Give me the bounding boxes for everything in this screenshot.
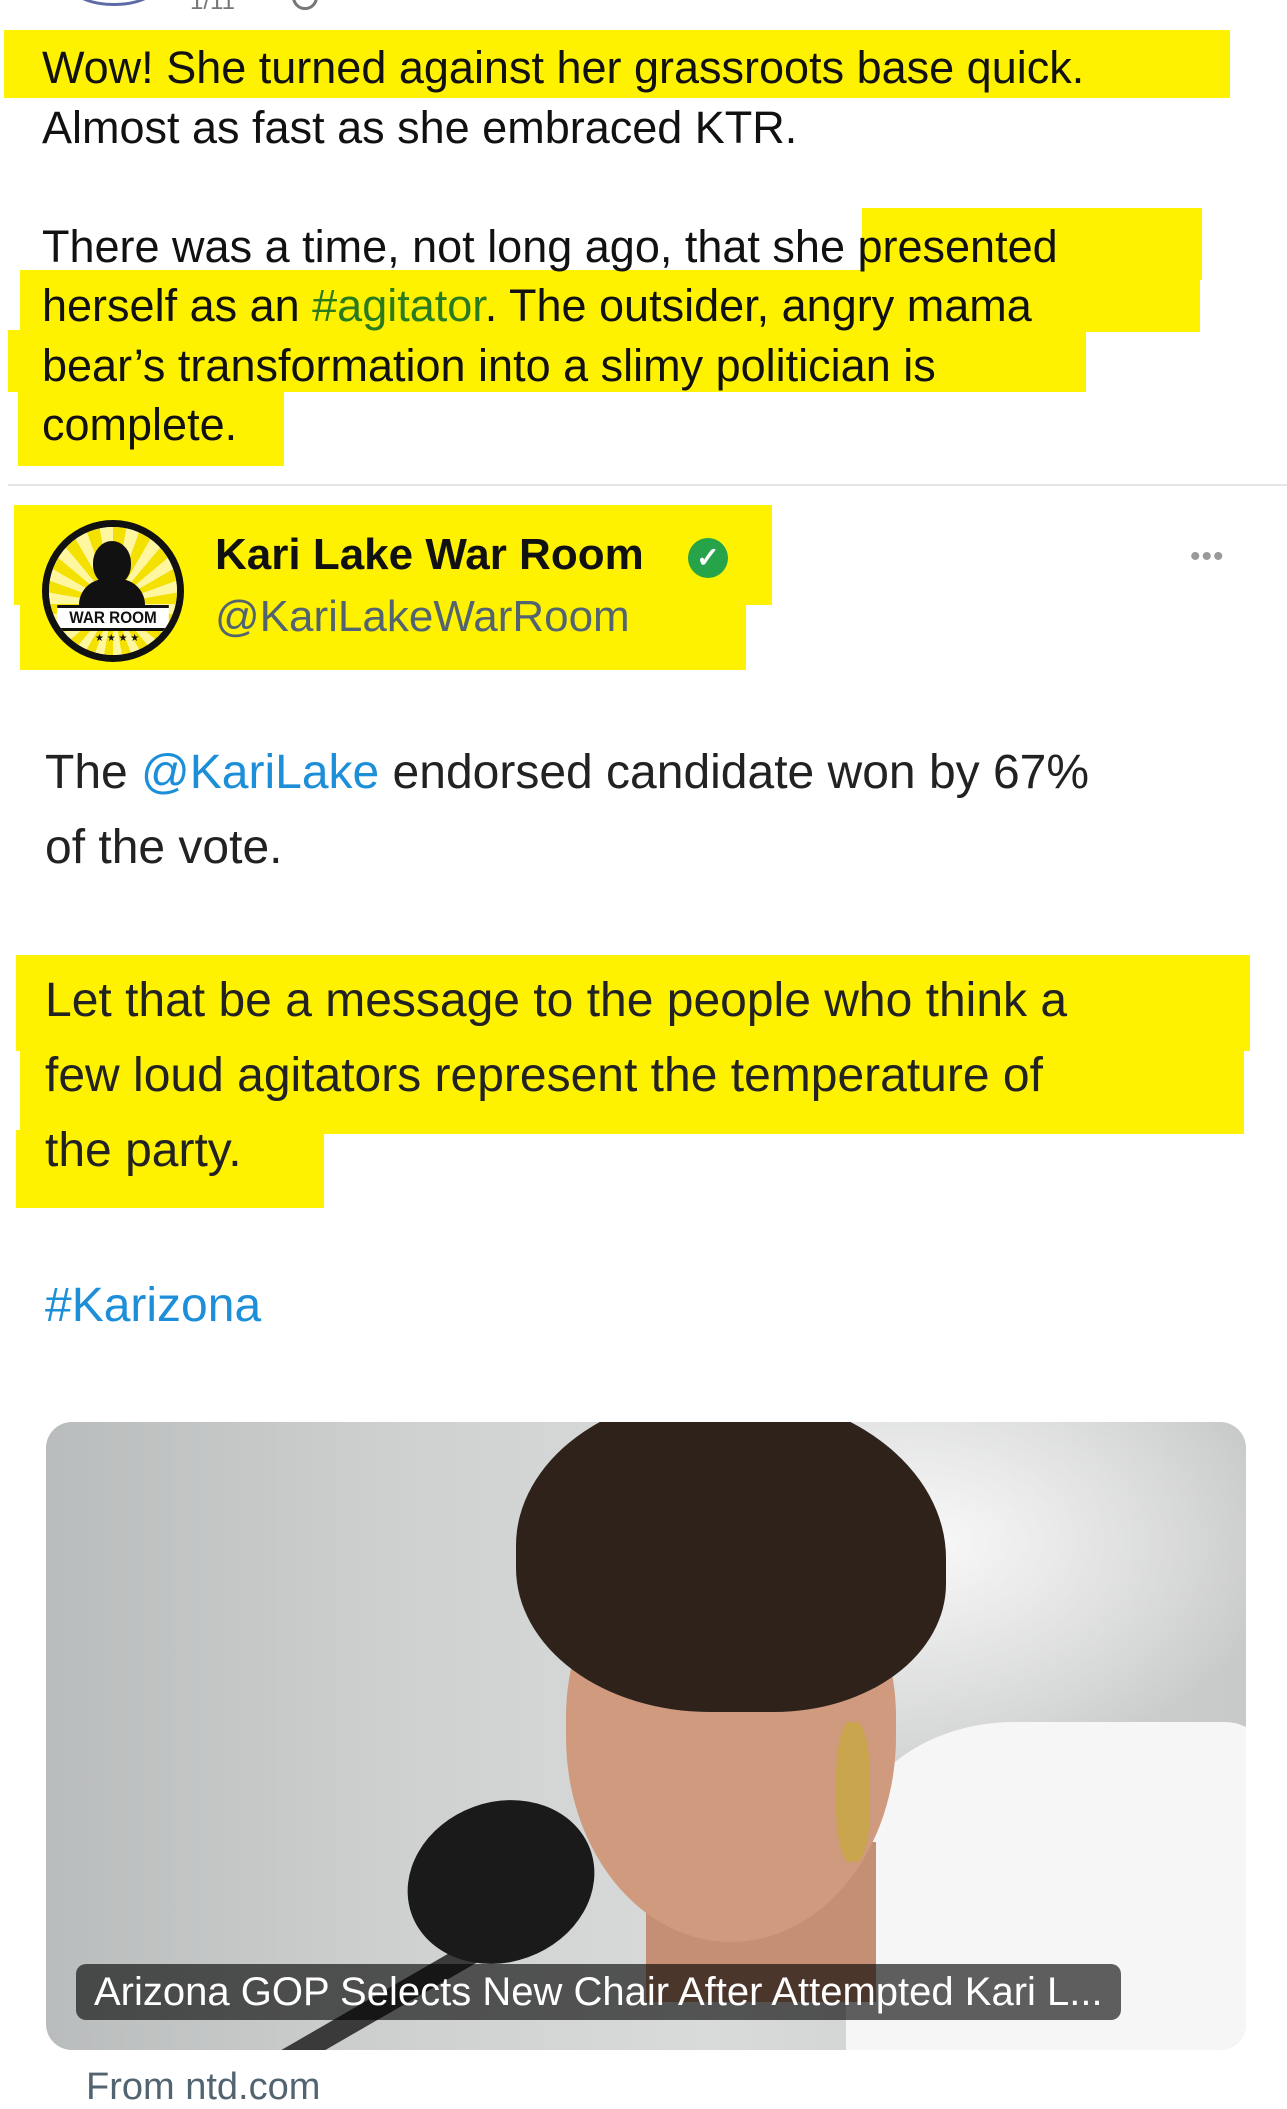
post-line: Almost as fast as she embraced KTR.	[42, 101, 798, 153]
post-text: Wow! She turned against her grassroots b…	[42, 38, 1242, 455]
post-line: There was a time, not long ago, that she…	[42, 220, 1058, 272]
link-source[interactable]: From ntd.com	[86, 2066, 320, 2109]
post-text-segment: . The outsider, angry mama	[484, 280, 1032, 331]
tweet-line: of the vote.	[45, 821, 283, 874]
tweet-line: The @KariLake endorsed candidate won by …	[45, 735, 1245, 810]
hashtag-link[interactable]: #agitator	[312, 280, 485, 331]
post-line: Wow! She turned against her grassroots b…	[42, 42, 1085, 93]
author-avatar[interactable]	[70, 0, 158, 6]
mention-link[interactable]: @KariLake	[141, 746, 379, 799]
link-preview-image[interactable]: Arizona GOP Selects New Chair After Atte…	[46, 1422, 1246, 2050]
tweet-paragraph: The @KariLake endorsed candidate won by …	[45, 735, 1245, 885]
tweet-line: few loud agitators represent the tempera…	[45, 1049, 1043, 1102]
verified-check-icon: ✓	[688, 538, 728, 578]
hashtag-link[interactable]: #Karizona	[45, 1279, 261, 1332]
logo-banner: WAR ROOM	[57, 605, 169, 631]
globe-icon	[292, 0, 318, 10]
tweet-author-handle[interactable]: @KariLakeWarRoom	[215, 592, 630, 642]
tweet-paragraph: Let that be a message to the people who …	[45, 963, 1245, 1188]
post-line: bear’s transformation into a slimy polit…	[42, 339, 936, 391]
post-text-segment: herself as an	[42, 280, 313, 331]
divider	[8, 484, 1287, 486]
tweet-paragraph: #Karizona	[45, 1268, 1245, 1343]
more-options-icon[interactable]: •••	[1190, 540, 1225, 574]
post-date: 1/11	[190, 0, 235, 15]
tweet-author-name[interactable]: Kari Lake War Room	[215, 530, 644, 580]
photo-hair	[516, 1422, 946, 1712]
link-preview-caption[interactable]: Arizona GOP Selects New Chair After Atte…	[76, 1964, 1121, 2020]
tweet-text-segment: The	[45, 746, 142, 799]
post-line: complete.	[42, 399, 238, 450]
stars-icon: ★ ★ ★ ★	[95, 633, 140, 644]
photo-earring	[836, 1722, 870, 1862]
tweet-line: the party.	[45, 1124, 242, 1177]
tweet-text-segment: endorsed candidate won by 67%	[379, 746, 1090, 799]
war-room-logo[interactable]: WAR ROOM ★ ★ ★ ★	[42, 520, 184, 662]
tweet-line: Let that be a message to the people who …	[45, 974, 1068, 1027]
